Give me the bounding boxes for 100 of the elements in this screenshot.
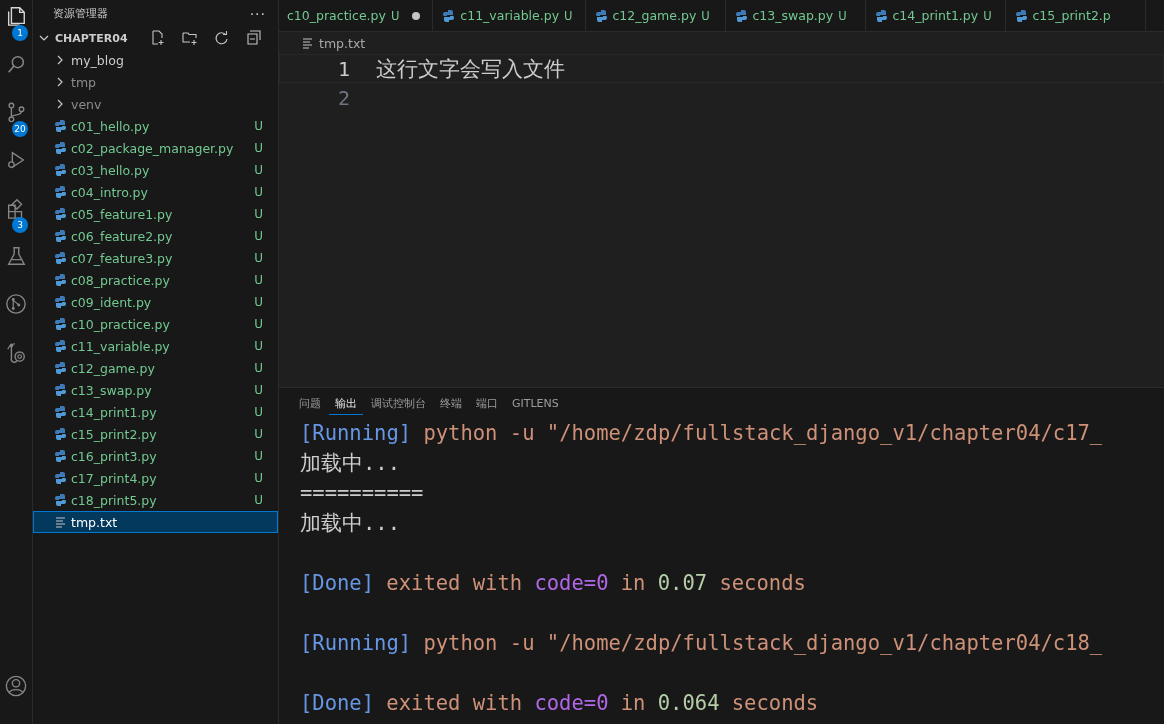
python-file-icon [53, 383, 67, 397]
python-file-icon [53, 471, 67, 485]
git-status-label: U [254, 449, 263, 463]
python-file-icon [53, 493, 67, 507]
output-text: 0.07 [657, 570, 708, 597]
chevron-icon[interactable] [55, 99, 65, 109]
output-text: seconds [731, 690, 819, 717]
file-name[interactable]: c01_hello.py [71, 118, 255, 134]
editor-tab[interactable]: c14_print1.py U [865, 0, 1006, 31]
file-name[interactable]: c13_swap.py [71, 382, 255, 398]
python-file-icon [53, 361, 67, 375]
file-name[interactable]: c17_print4.py [71, 470, 255, 486]
output-text: [Running] [300, 630, 412, 657]
python-file-icon [53, 339, 67, 353]
file-name[interactable]: c14_print1.py [71, 404, 255, 420]
output-text: 加载中... [300, 510, 401, 537]
refresh-icon[interactable] [214, 30, 230, 46]
folder-name[interactable]: venv [71, 96, 263, 112]
python-file-icon [53, 405, 67, 419]
file-name[interactable]: c05_feature1.py [71, 206, 255, 222]
file-name[interactable]: c07_feature3.py [71, 250, 255, 266]
panel-tab[interactable]: 输出 [329, 391, 363, 415]
panel-tab[interactable]: 调试控制台 [365, 391, 432, 415]
file-name[interactable]: c08_practice.py [71, 272, 255, 288]
python-file-icon [594, 8, 608, 23]
count-badge: 20 [12, 121, 28, 137]
branch-search-icon[interactable] [5, 341, 27, 363]
chevron-icon[interactable] [39, 33, 49, 43]
python-file-icon [53, 207, 67, 221]
python-file-icon [53, 163, 67, 177]
branch-circle-icon[interactable] [5, 293, 27, 315]
file-name[interactable]: c03_hello.py [71, 162, 255, 178]
chevron-icon[interactable] [55, 55, 65, 65]
file-name[interactable]: c02_package_manager.py [71, 140, 255, 156]
folder-name[interactable]: my_blog [71, 52, 263, 68]
git-status-label: U [254, 273, 263, 287]
git-status-label: U [254, 207, 263, 221]
git-status-label: U [254, 427, 263, 441]
text-file-icon [302, 36, 313, 50]
git-status-label: U [254, 317, 263, 331]
file-name[interactable]: c11_variable.py [71, 338, 255, 354]
panel-tab[interactable]: 终端 [434, 391, 468, 415]
chevron-icon[interactable] [55, 77, 65, 87]
editor-tab[interactable]: c12_game.py U [585, 0, 726, 31]
editor-tab[interactable]: c15_print2.p [1005, 0, 1146, 31]
git-status-label: U [254, 339, 263, 353]
search-icon[interactable] [5, 53, 27, 75]
file-name[interactable]: c15_print2.py [71, 426, 255, 442]
editor-tab[interactable]: c13_swap.py U [725, 0, 866, 31]
python-file-icon [53, 141, 67, 155]
more-actions-button[interactable]: ··· [249, 5, 266, 22]
file-name[interactable]: c06_feature2.py [71, 228, 255, 244]
files-icon[interactable] [5, 5, 27, 27]
panel-tab[interactable]: GITLENS [506, 392, 565, 414]
file-name[interactable]: tmp.txt [71, 514, 263, 530]
output-text: [Done] [300, 570, 375, 597]
output-text: in [620, 690, 646, 717]
git-status-label: U [254, 493, 263, 507]
file-name[interactable]: c12_game.py [71, 360, 255, 376]
file-name[interactable]: c18_print5.py [71, 492, 255, 508]
file-name[interactable]: c16_print3.py [71, 448, 255, 464]
breadcrumb-item[interactable]: tmp.txt [319, 35, 366, 51]
panel-tab[interactable]: 端口 [470, 391, 504, 415]
text-file-icon [54, 515, 66, 529]
python-file-icon [53, 119, 67, 133]
output-text: exited with [386, 570, 523, 597]
output-text: ========== [300, 480, 424, 507]
collapse-all-icon[interactable] [246, 30, 262, 46]
file-name[interactable]: c10_practice.py [71, 316, 255, 332]
editor-tab[interactable]: c11_variable.py U [433, 0, 586, 31]
python-file-icon [53, 427, 67, 441]
editor-tab[interactable]: c10_practice.py U [279, 0, 434, 31]
output-text: python -u "/home/zdp/fullstack_django_v1/chapter04/c17_ [423, 420, 1103, 447]
git-status-label: U [254, 141, 263, 155]
python-file-icon [53, 185, 67, 199]
python-file-icon [874, 8, 888, 23]
git-status-label: U [254, 295, 263, 309]
python-file-icon [53, 251, 67, 265]
git-status-label: U [254, 251, 263, 265]
python-file-icon [53, 449, 67, 463]
line-number: 1 [336, 56, 350, 81]
new-file-icon[interactable] [150, 30, 166, 46]
python-file-icon [53, 273, 67, 287]
file-name[interactable]: c09_ident.py [71, 294, 255, 310]
file-name[interactable]: c04_intro.py [71, 184, 255, 200]
source-control-icon[interactable] [5, 101, 27, 123]
python-file-icon [734, 8, 748, 23]
panel-tab[interactable]: 问题 [293, 391, 327, 415]
new-folder-icon[interactable] [182, 30, 198, 46]
run-debug-icon[interactable] [5, 149, 27, 171]
output-text: [Running] [300, 420, 412, 447]
output-text: [Done] [300, 690, 375, 717]
python-file-icon [442, 8, 456, 23]
output-text: seconds [719, 570, 806, 597]
flask-icon[interactable] [5, 245, 27, 267]
git-status-label: U [254, 163, 263, 177]
folder-name[interactable]: tmp [71, 74, 263, 90]
folder-section-title[interactable]: CHAPTER04 [55, 31, 128, 45]
git-status-label: U [254, 471, 263, 485]
account-icon[interactable] [5, 675, 27, 697]
